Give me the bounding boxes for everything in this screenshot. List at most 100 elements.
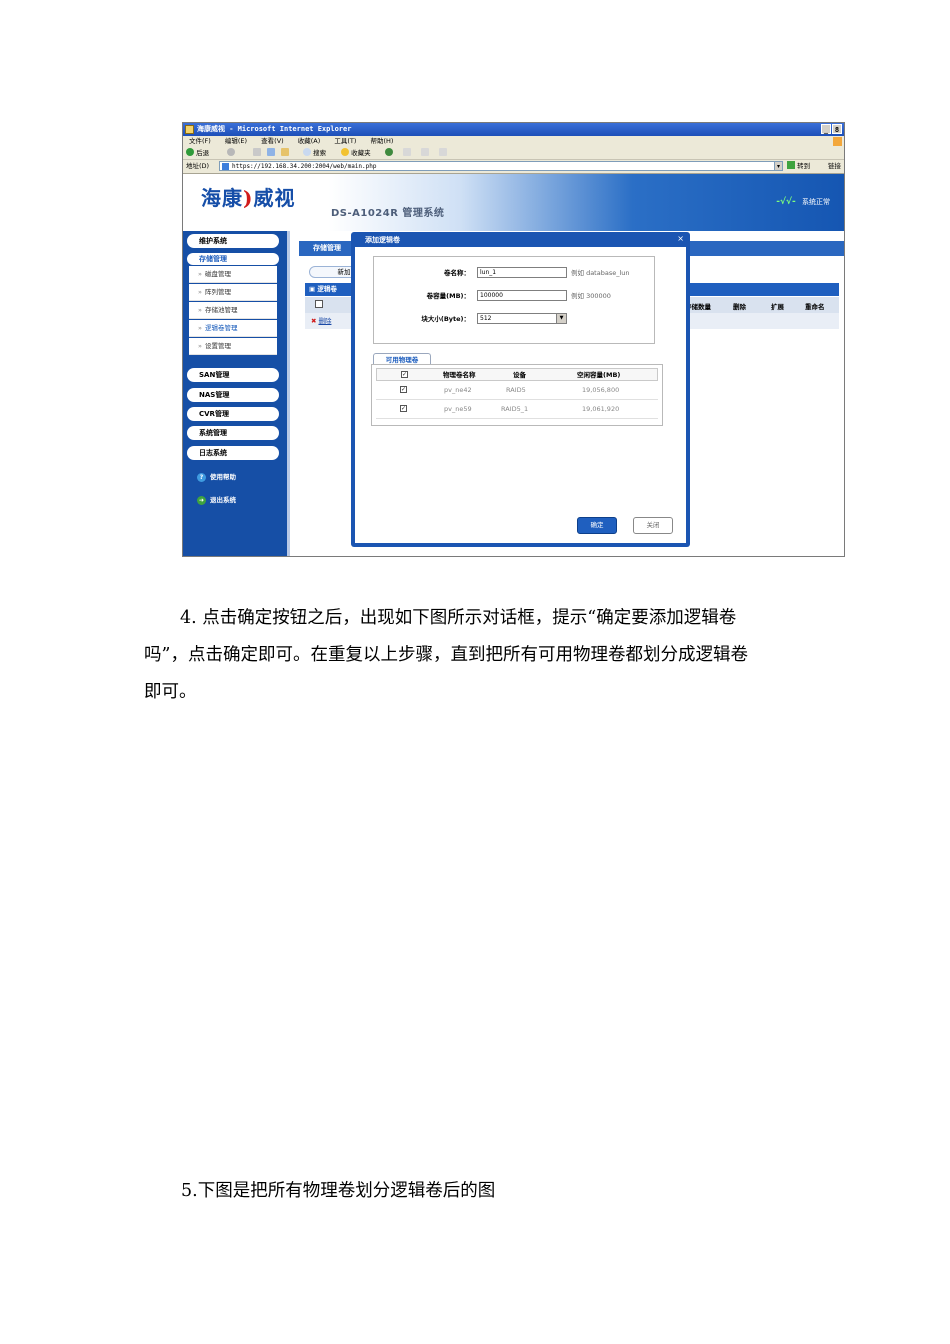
print-icon [421,148,429,156]
sidebar-item-log[interactable]: 日志系统 [187,446,279,460]
links-button[interactable]: 链接 [828,160,841,173]
name-input[interactable]: lun_1 [477,267,567,278]
col-rename: 重命名 [805,303,825,311]
ie-icon [185,125,194,134]
sidebar-subitem-array[interactable]: » 阵列管理 [189,284,277,301]
name-label: 卷名称： [444,269,470,277]
address-bar: 地址(D) https://192.168.34.200:2004/web/ma… [183,160,844,174]
dialog-close-icon[interactable]: × [677,234,684,243]
go-label: 转到 [797,162,811,170]
search-button[interactable]: 搜索 [303,147,326,159]
table-row: ✓ pv_ne59 RAID5_1 19,061,920 [376,400,658,419]
pv-header-row: ✓ 物理卷名称 设备 空闲容量(MB) [376,368,658,381]
sidebar-item-storage[interactable]: 存储管理 [187,253,279,265]
ie-title-bar: 海康威视 - Microsoft Internet Explorer _ 8 [183,123,844,136]
media-icon [385,148,393,156]
size-input[interactable]: 100000 [477,290,567,301]
logout-link[interactable]: ➜ 退出系统 [197,494,236,505]
paragraph-line: 即可。 [144,682,197,702]
back-button[interactable]: 后退 [186,147,209,159]
sidebar-subitem-settings[interactable]: » 设置管理 [189,338,277,355]
mail-icon [403,148,411,156]
go-arrow-icon [787,161,795,169]
pv-table: ✓ 物理卷名称 设备 空闲容量(MB) ✓ pv_ne42 RAID5 19,0… [371,364,663,426]
pv-col-name: 物理卷名称 [443,371,476,379]
back-arrow-icon [186,148,194,156]
refresh-button[interactable] [267,147,275,159]
address-label: 地址(D) [186,162,210,170]
favorites-label: 收藏夹 [351,149,371,157]
mail-button[interactable] [403,147,411,159]
edit-icon [439,148,447,156]
edit-button[interactable] [439,147,447,159]
block-label: 块大小(Byte)： [421,315,470,323]
confirm-button[interactable]: 确定 [577,517,617,534]
print-button[interactable] [421,147,429,159]
pv-col-free: 空闲容量(MB) [577,371,621,379]
restore-button[interactable]: 8 [832,124,842,134]
pv-row-checkbox[interactable]: ✓ [400,386,407,393]
sidebar-subitem-pool[interactable]: » 存储池管理 [189,302,277,319]
address-dropdown-icon[interactable]: ▾ [774,161,783,171]
form-row-name: 卷名称： lun_1 例如 database_lun [374,266,654,280]
help-link[interactable]: ? 使用帮助 [197,471,236,482]
go-button[interactable]: 转到 [787,160,810,173]
sidebar-subitem-label: 设置管理 [204,342,231,350]
name-hint: 例如 database_lun [571,269,630,277]
dialog-title: 添加逻辑卷 [365,236,400,244]
sidebar-subitem-label: 存储池管理 [204,306,238,314]
splitter-handle[interactable] [287,231,290,556]
forward-button[interactable] [227,147,235,159]
menu-edit[interactable]: 编辑(E) [225,137,247,145]
menu-file[interactable]: 文件(F) [189,137,211,145]
paragraph-step4: 4. 点击确定按钮之后，出现如下图所示对话框，提示“确定要添加逻辑卷 吗”，点击… [144,600,824,711]
help-icon: ? [197,473,206,482]
sidebar-item-cvr[interactable]: CVR管理 [187,407,279,421]
sidebar-item-maintenance[interactable]: 维护系统 [187,234,279,248]
paragraph-line: 4. 点击确定按钮之后，出现如下图所示对话框，提示“确定要添加逻辑卷 [180,608,737,628]
sidebar: 维护系统 存储管理 » 磁盘管理 » 阵列管理 » 存储池管理 » 逻辑卷管理 » 设置管… [183,231,287,556]
sidebar-item-system[interactable]: 系统管理 [187,426,279,440]
menu-bar: 文件(F) 编辑(E) 查看(V) 收藏(A) 工具(T) 帮助(H) [183,136,844,147]
media-button[interactable] [385,147,393,159]
delete-link[interactable]: 删除 [318,317,331,325]
status-text: 系统正常 [802,198,830,206]
sidebar-subitem-lv[interactable]: » 逻辑卷管理 [189,320,277,337]
favorites-button[interactable]: 收藏夹 [341,147,371,159]
select-all-checkbox[interactable] [315,300,323,308]
back-label: 后退 [196,149,210,157]
stop-icon [253,148,261,156]
chevron-down-icon: ▼ [556,314,566,323]
table-title-text: 逻辑卷 [317,285,337,293]
pv-device: RAID5_1 [501,405,529,413]
pv-row-checkbox[interactable]: ✓ [400,405,407,412]
sidebar-item-san[interactable]: SAN管理 [187,368,279,382]
block-size-value: 512 [480,315,492,322]
menu-tools[interactable]: 工具(T) [334,137,356,145]
menu-favorites[interactable]: 收藏(A) [298,137,321,145]
logo-text-part2: 威视 [253,186,296,210]
address-url: https://192.168.34.200:2004/web/main.php [232,163,377,170]
sidebar-subitem-disk[interactable]: » 磁盘管理 [189,266,277,283]
forward-arrow-icon [227,148,235,156]
block-size-select[interactable]: 512 ▼ [477,313,567,324]
size-hint: 例如 300000 [571,292,611,300]
menu-view[interactable]: 查看(V) [261,137,284,145]
system-status: -√√- 系统正常 [776,197,830,207]
sidebar-item-nas[interactable]: NAS管理 [187,388,279,402]
windows-logo-icon [833,137,842,146]
pv-select-all-checkbox[interactable]: ✓ [401,371,408,378]
logo-text-part1: 海康 [201,186,243,210]
col-expand: 扩展 [771,303,784,311]
home-button[interactable] [281,147,289,159]
heartbeat-icon: -√√- [776,197,796,207]
delete-x-icon: ✖ [311,317,317,325]
ie-toolbar: 后退 搜索 收藏夹 [183,147,844,160]
close-button[interactable]: 关闭 [633,517,673,534]
menu-help[interactable]: 帮助(H) [371,137,394,145]
page-icon [222,163,229,170]
minimize-button[interactable]: _ [821,124,831,134]
pv-name: pv_ne59 [444,405,472,413]
address-input[interactable]: https://192.168.34.200:2004/web/main.php [219,161,775,171]
stop-button[interactable] [253,147,261,159]
